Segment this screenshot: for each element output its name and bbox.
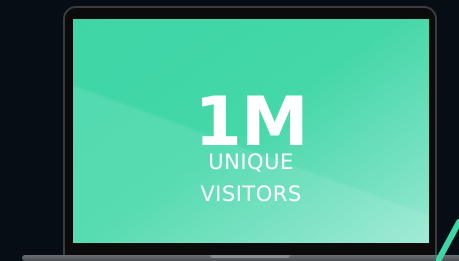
laptop-base-notch	[210, 255, 290, 258]
stat-label-line1: UNIQUE	[208, 150, 294, 174]
laptop-screen: 1M UNIQUE VISITORS	[73, 19, 429, 243]
accent-stroke-icon	[436, 219, 459, 261]
stat-label-line2: VISITORS	[200, 182, 302, 206]
